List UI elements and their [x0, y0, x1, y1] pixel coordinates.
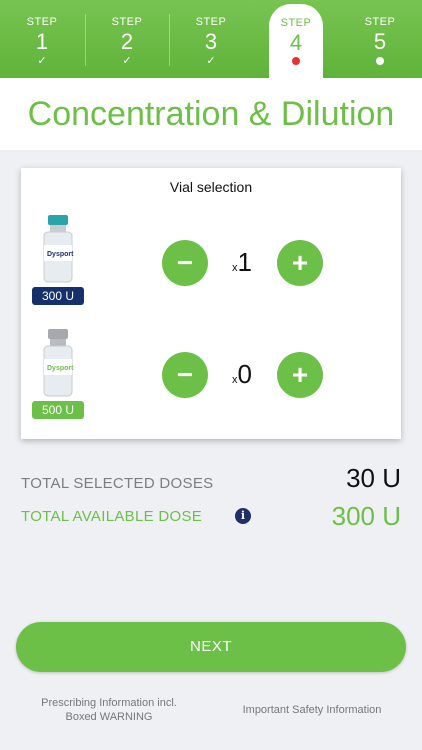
quantity-300u: x1 [217, 247, 267, 278]
step-3[interactable]: STEP 3 ✓ [169, 0, 253, 78]
next-button[interactable]: NEXT [16, 622, 406, 672]
increase-500u-button[interactable]: + [277, 352, 323, 398]
vial-500u-image: Dysport 500 U [32, 327, 84, 419]
total-available-label: TOTAL AVAILABLE DOSE [21, 508, 203, 525]
step-5[interactable]: STEP 5 [338, 0, 422, 78]
decrease-300u-button[interactable]: − [162, 240, 208, 286]
dose-badge-500u: 500 U [32, 401, 84, 419]
step-label: STEP [195, 16, 227, 28]
step-number: 3 [204, 29, 218, 54]
decrease-500u-button[interactable]: − [162, 352, 208, 398]
card-title: Vial selection [169, 179, 253, 195]
step-label: STEP [364, 16, 396, 28]
step-number: 2 [120, 29, 134, 54]
prescribing-information-link[interactable]: Prescribing Information incl. Boxed WARN… [24, 696, 194, 724]
prescribing-line-1: Prescribing Information incl. [41, 697, 177, 709]
increase-300u-button[interactable]: + [277, 240, 323, 286]
dose-badge-300u: 300 U [32, 287, 84, 305]
page-title: Concentration & Dilution [27, 95, 395, 133]
upcoming-step-dot-icon [376, 57, 384, 65]
vial-300u-image: Dysport 300 U [32, 213, 84, 305]
quantity-500u: x0 [217, 359, 267, 390]
step-1[interactable]: STEP 1 ✓ [0, 0, 84, 78]
step-number: 5 [373, 29, 387, 54]
safety-information-link[interactable]: Important Safety Information [226, 703, 398, 717]
step-label: STEP [26, 16, 58, 28]
quantity-value: 0 [237, 359, 252, 389]
vial-selection-card: Vial selection Dysport 300 U − x1 + Dysp… [21, 168, 401, 439]
step-number: 4 [289, 30, 303, 55]
svg-text:Dysport: Dysport [47, 251, 74, 258]
prescribing-line-2: Boxed WARNING [65, 711, 153, 723]
vial-icon: Dysport [43, 329, 74, 397]
checkmark-icon: ✓ [206, 55, 216, 67]
step-progress-bar: STEP 1 ✓ STEP 2 ✓ STEP 3 ✓ STEP 4 STEP 5 [0, 0, 422, 78]
step-4-current[interactable]: STEP 4 [269, 4, 323, 78]
title-section: Concentration & Dilution [0, 78, 422, 150]
total-available-value: 300 U [331, 501, 401, 531]
step-2[interactable]: STEP 2 ✓ [85, 0, 169, 78]
step-label: STEP [111, 16, 143, 28]
total-selected-value: 30 U [346, 463, 401, 493]
step-number: 1 [35, 29, 49, 54]
current-step-dot-icon [292, 57, 300, 65]
total-selected-label: TOTAL SELECTED DOSES [21, 475, 214, 492]
quantity-value: 1 [237, 247, 252, 277]
checkmark-icon: ✓ [122, 55, 132, 67]
checkmark-icon: ✓ [37, 55, 47, 67]
vial-icon: Dysport [43, 215, 74, 283]
step-label: STEP [280, 17, 312, 29]
svg-text:Dysport: Dysport [47, 365, 74, 372]
info-icon[interactable]: i [235, 508, 251, 524]
